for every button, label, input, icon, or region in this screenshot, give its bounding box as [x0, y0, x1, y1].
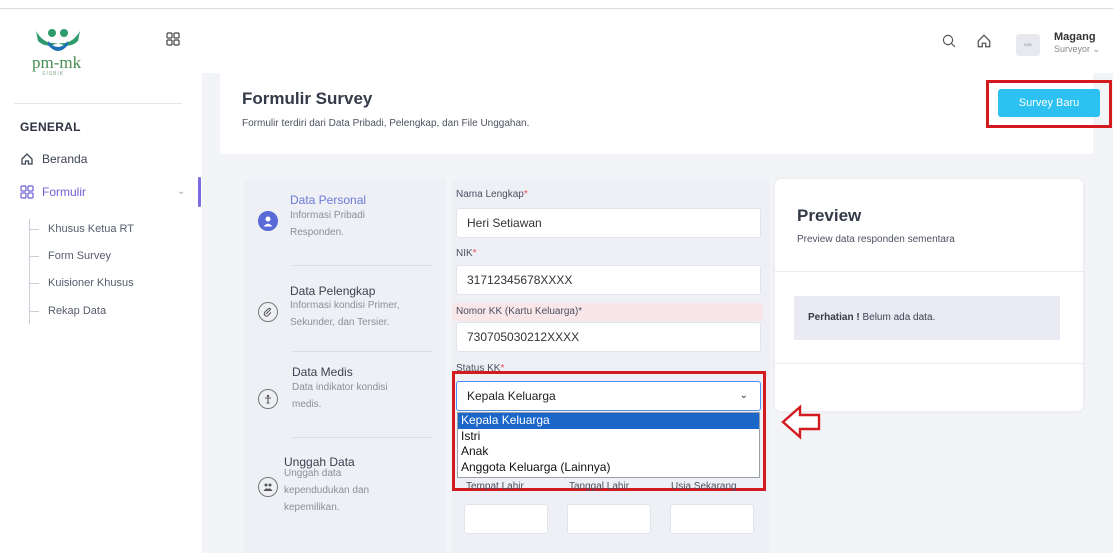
preview-subtitle: Preview data responden sementara	[797, 234, 955, 245]
step-data-pelengkap[interactable]: Data Pelengkap Informasi kondisi Primer,…	[244, 265, 446, 351]
step-data-medis[interactable]: Data Medis Data indikator kondisi medis.	[244, 351, 446, 437]
active-indicator	[198, 177, 201, 207]
grid-icon	[20, 185, 34, 199]
highlight-box	[986, 80, 1112, 128]
sidebar-section-general: GENERAL	[20, 120, 81, 134]
highlight-box	[452, 371, 766, 491]
tempat-lahir-label: Tempat Lahir	[466, 481, 524, 492]
user-role[interactable]: Surveyor ⌄	[1054, 44, 1100, 55]
brand-subtext: SISBIK	[42, 71, 65, 77]
tempat-lahir-input[interactable]	[464, 504, 548, 534]
person-icon	[258, 211, 278, 231]
usia-sekarang-input[interactable]	[670, 504, 754, 534]
paperclip-icon	[258, 302, 278, 322]
user-name[interactable]: Magang	[1054, 31, 1096, 43]
nik-label: NIK*	[456, 248, 477, 259]
avatar[interactable]: IMG	[1016, 34, 1040, 56]
top-header: IMG Magang Surveyor ⌄	[202, 9, 1113, 73]
sidebar-item-formulir[interactable]: Formulir ⌄	[20, 177, 202, 207]
sidebar-subitem-khusus-ketua-rt[interactable]: Khusus Ketua RT	[29, 219, 134, 239]
home-icon[interactable]	[976, 33, 992, 49]
medical-icon	[258, 389, 278, 409]
sidebar-subitem-rekap-data[interactable]: Rekap Data	[29, 301, 106, 321]
page-header-card: Formulir Survey Formulir terdiri dari Da…	[220, 73, 1112, 154]
sidebar-subitem-form-survey[interactable]: Form Survey	[29, 246, 111, 266]
search-icon[interactable]	[942, 34, 956, 48]
brand-name: pm-mk	[32, 53, 82, 72]
page-subtitle: Formulir terdiri dari Data Pribadi, Pele…	[242, 118, 530, 129]
chevron-down-icon: ⌄	[1092, 44, 1101, 54]
step-unggah-data[interactable]: Unggah Data Unggah data kependudukan dan…	[244, 437, 446, 553]
tanggal-lahir-label: Tanggal Lahir	[569, 481, 630, 492]
preview-card: Preview Preview data responden sementara…	[775, 179, 1083, 411]
sidebar-item-beranda[interactable]: Beranda	[20, 148, 190, 170]
sidebar-item-label: Formulir	[42, 185, 86, 199]
main-content: Formulir Survey Formulir terdiri dari Da…	[202, 73, 1113, 553]
upload-group-icon	[258, 477, 278, 497]
nik-input[interactable]: 31712345678XXXX	[456, 265, 761, 295]
chevron-down-icon: ⌄	[177, 186, 186, 197]
form-steps: Data Personal Informasi Pribadi Responde…	[244, 179, 446, 553]
preview-title: Preview	[797, 206, 862, 225]
home-icon	[21, 153, 33, 165]
sidebar-item-label: Beranda	[42, 152, 88, 166]
nomor-kk-input[interactable]: 730705030212XXXX	[456, 322, 761, 352]
menu-grid-icon[interactable]	[166, 32, 180, 46]
sidebar-subitem-kuisioner-khusus[interactable]: Kuisioner Khusus	[29, 273, 134, 293]
sidebar-divider	[14, 103, 182, 104]
nama-lengkap-input[interactable]: Heri Setiawan	[456, 208, 761, 238]
personal-data-form: Nama Lengkap* Heri Setiawan NIK* 3171234…	[452, 179, 770, 553]
sidebar: pm-mk SISBIK GENERAL Beranda Formulir ⌄ …	[0, 9, 202, 553]
nomor-kk-label: Nomor KK (Kartu Keluarga)*	[452, 303, 763, 321]
step-data-personal[interactable]: Data Personal Informasi Pribadi Responde…	[244, 179, 446, 265]
arrow-left-annotation-icon	[781, 404, 821, 440]
nama-label: Nama Lengkap*	[456, 189, 528, 200]
usia-sekarang-label: Usia Sekarang	[671, 481, 737, 492]
tanggal-lahir-input[interactable]	[567, 504, 651, 534]
preview-alert: Perhatian ! Belum ada data.	[794, 296, 1060, 340]
page-title: Formulir Survey	[242, 89, 373, 108]
